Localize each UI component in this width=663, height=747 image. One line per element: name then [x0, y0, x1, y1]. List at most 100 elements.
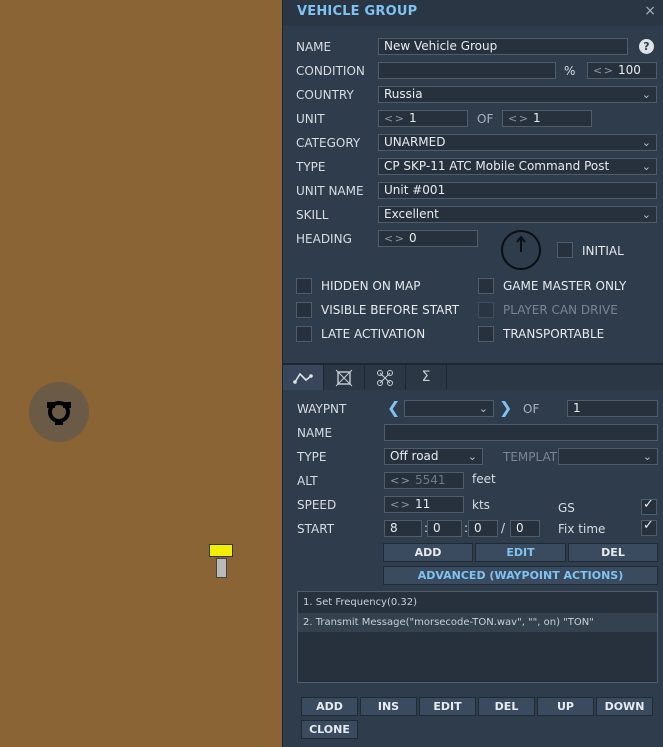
skill-select[interactable]: Excellent ⌄	[378, 206, 657, 223]
summary-icon: Σ	[421, 369, 431, 385]
waypoint-select[interactable]: ⌄	[404, 400, 494, 417]
start-day-input[interactable]: 8	[384, 520, 422, 537]
close-icon[interactable]: ×	[644, 3, 656, 19]
condition-stepper[interactable]: < > 100	[587, 62, 657, 79]
list-item[interactable]: 1. Set Frequency(0.32)	[298, 593, 657, 612]
stepper-arrows-icon: < >	[390, 474, 410, 487]
type-select[interactable]: CP SKP-11 ATC Mobile Command Post ⌄	[378, 158, 657, 175]
initial-checkbox[interactable]	[557, 242, 573, 258]
heading-label: HEADING	[296, 232, 352, 246]
airbase-marker[interactable]	[29, 382, 89, 442]
action-add-button[interactable]: ADD	[301, 697, 358, 716]
prev-waypoint-icon[interactable]: ❮	[387, 398, 400, 417]
chevron-down-icon: ⌄	[641, 208, 651, 221]
speed-label: SPEED	[297, 498, 337, 512]
waypoint-type-label: TYPE	[297, 450, 327, 464]
group-name-input[interactable]: New Vehicle Group	[378, 38, 628, 55]
start-minute-input[interactable]: 0	[468, 520, 498, 537]
unit-marker[interactable]	[209, 536, 233, 582]
action-edit-button[interactable]: EDIT	[419, 697, 476, 716]
waypoint-add-button[interactable]: ADD	[383, 543, 473, 562]
advanced-waypoint-actions-button[interactable]: ADVANCED (WAYPOINT ACTIONS)	[383, 566, 658, 585]
gs-checkbox[interactable]: ✓	[641, 497, 657, 515]
initial-label: INITIAL	[582, 244, 624, 258]
condition-percent-sign: %	[564, 64, 576, 78]
action-clone-button[interactable]: CLONE	[301, 720, 358, 739]
unit-name-label: UNIT NAME	[296, 184, 364, 198]
country-select[interactable]: Russia ⌄	[378, 86, 657, 103]
action-del-button[interactable]: DEL	[478, 697, 535, 716]
fix-time-checkbox[interactable]: ✓	[641, 518, 657, 536]
chevron-down-icon: ⌄	[478, 402, 488, 415]
chevron-down-icon: ⌄	[641, 88, 651, 101]
category-select[interactable]: UNARMED ⌄	[378, 134, 657, 151]
start-minute-value: 0	[474, 521, 482, 535]
waypoint-type-value: Off road	[390, 449, 439, 463]
start-label: START	[297, 522, 335, 536]
waypoint-del-button[interactable]: DEL	[568, 543, 658, 562]
waypnt-of-label: OF	[523, 402, 540, 416]
type-label: TYPE	[296, 160, 326, 174]
chevron-down-icon: ⌄	[467, 450, 477, 463]
waypoint-type-select[interactable]: Off road ⌄	[384, 448, 483, 465]
speed-stepper[interactable]: < > 11	[384, 496, 464, 513]
hidden-on-map-checkbox[interactable]	[296, 278, 312, 294]
category-label: CATEGORY	[296, 136, 361, 150]
list-item[interactable]: 2. Transmit Message("morsecode-TON.wav",…	[298, 613, 657, 632]
action-up-button[interactable]: UP	[537, 697, 594, 716]
tab-summary[interactable]: Σ	[406, 365, 447, 390]
player-can-drive-label: PLAYER CAN DRIVE	[503, 303, 618, 317]
transportable-checkbox[interactable]	[478, 326, 494, 342]
gs-label: GS	[558, 501, 575, 515]
waypoint-count-field: 1	[567, 400, 658, 417]
heading-dial[interactable]	[501, 230, 541, 270]
alt-stepper[interactable]: < > 5541	[384, 472, 464, 489]
unit-name-input[interactable]: Unit #001	[378, 182, 657, 199]
help-icon[interactable]: ?	[639, 39, 654, 54]
category-value: UNARMED	[384, 135, 446, 149]
condition-slider[interactable]	[378, 62, 556, 79]
player-can-drive-checkbox[interactable]	[478, 302, 494, 318]
group-icon	[377, 370, 393, 386]
alt-value: 5541	[414, 473, 446, 487]
condition-label: CONDITION	[296, 64, 365, 78]
next-waypoint-icon[interactable]: ❯	[499, 398, 512, 417]
start-hour-input[interactable]: 0	[427, 520, 462, 537]
heading-value: 0	[408, 231, 417, 245]
skill-label: SKILL	[296, 208, 329, 222]
heading-arrow-icon	[516, 235, 526, 252]
condition-value: 100	[617, 63, 641, 77]
action-ins-button[interactable]: INS	[360, 697, 417, 716]
map-view[interactable]	[0, 0, 282, 747]
template-select[interactable]: ⌄	[558, 448, 658, 465]
stepper-arrows-icon: < >	[390, 498, 410, 511]
checkmark-icon: ✓	[643, 497, 654, 512]
chevron-down-icon: ⌄	[642, 450, 652, 463]
waypoint-edit-button[interactable]: EDIT	[475, 543, 566, 562]
visible-before-start-checkbox[interactable]	[296, 302, 312, 318]
waypoint-name-input[interactable]	[384, 424, 658, 441]
start-second-input[interactable]: 0	[510, 520, 540, 537]
route-icon	[293, 372, 313, 384]
vehicle-icon	[216, 558, 227, 578]
stepper-arrows-icon: < >	[384, 112, 404, 125]
tab-group[interactable]	[365, 365, 406, 390]
game-master-only-checkbox[interactable]	[478, 278, 494, 294]
tab-targets[interactable]	[324, 365, 365, 390]
action-down-button[interactable]: DOWN	[596, 697, 653, 716]
target-icon	[335, 369, 353, 387]
unit-name-value: Unit #001	[384, 183, 446, 197]
start-day-value: 8	[390, 521, 398, 535]
late-activation-checkbox[interactable]	[296, 326, 312, 342]
heading-stepper[interactable]: < > 0	[378, 230, 478, 247]
unit-value: 1	[408, 111, 417, 125]
country-value: Russia	[384, 87, 423, 101]
waypoint-actions-list: 1. Set Frequency(0.32) 2. Transmit Messa…	[297, 591, 658, 683]
skill-value: Excellent	[384, 207, 439, 221]
start-hour-value: 0	[433, 521, 441, 535]
unit-stepper[interactable]: < > 1	[378, 110, 468, 127]
waypoint-name-label: NAME	[297, 426, 333, 440]
unit-total-stepper[interactable]: < > 1	[502, 110, 592, 127]
tab-route[interactable]	[283, 365, 324, 390]
group-name-value: New Vehicle Group	[384, 39, 498, 53]
